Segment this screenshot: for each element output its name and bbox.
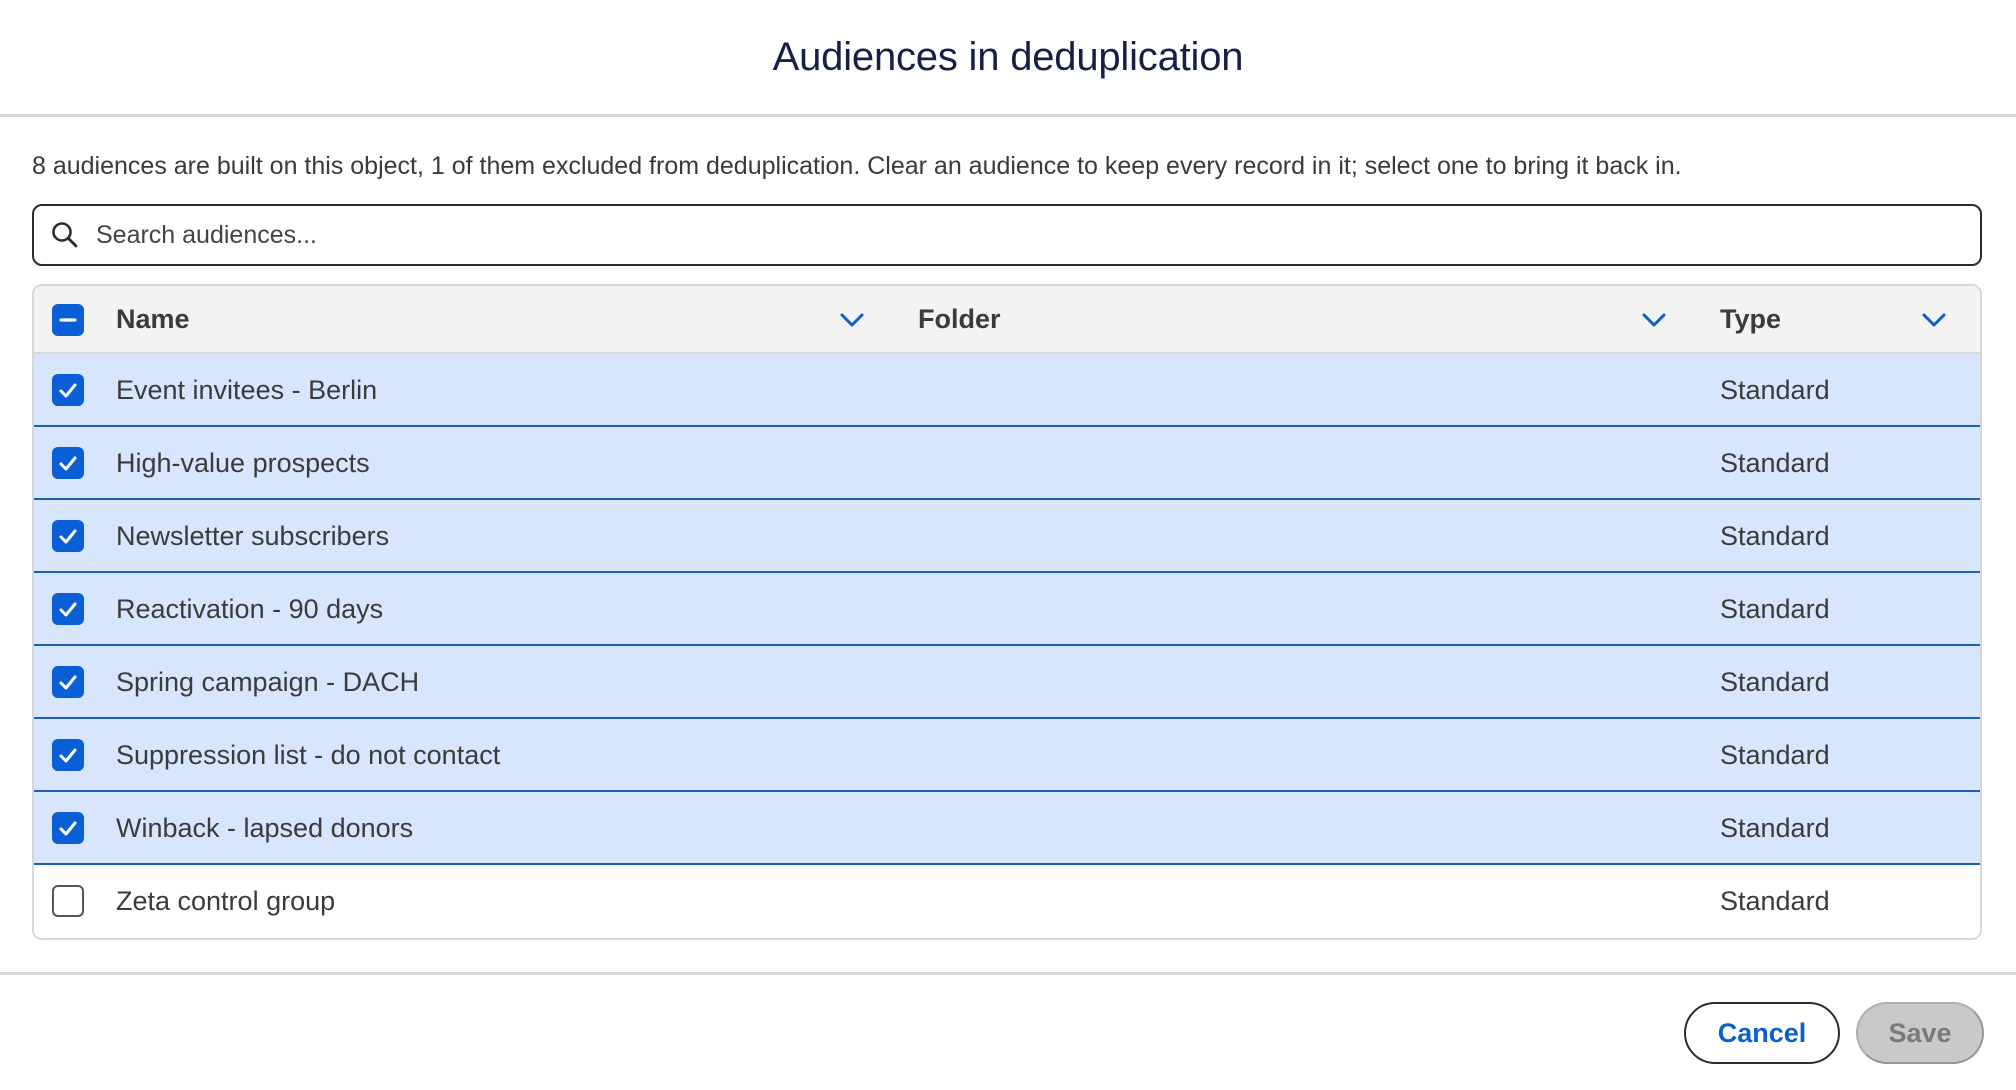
audience-name: Spring campaign - DACH bbox=[116, 667, 420, 697]
check-icon bbox=[59, 456, 77, 471]
audience-name: Reactivation - 90 days bbox=[116, 594, 384, 624]
cancel-button[interactable]: Cancel bbox=[1684, 1002, 1840, 1064]
audience-type: Standard bbox=[1720, 521, 1830, 551]
audience-type: Standard bbox=[1720, 375, 1830, 405]
table-row[interactable]: Winback - lapsed donors Standard bbox=[34, 792, 1980, 865]
audience-name: Event invitees - Berlin bbox=[116, 375, 378, 405]
table-row[interactable]: Zeta control group Standard bbox=[34, 865, 1980, 938]
audiences-table: Name Folder Type Event invitees - Berlin… bbox=[32, 284, 1982, 940]
audience-name: Zeta control group bbox=[116, 886, 336, 916]
audience-name: Newsletter subscribers bbox=[116, 521, 390, 551]
column-header-type[interactable]: Type bbox=[1720, 304, 1781, 335]
row-checkbox[interactable] bbox=[52, 885, 84, 917]
audience-type: Standard bbox=[1720, 740, 1830, 770]
column-header-folder[interactable]: Folder bbox=[918, 304, 1001, 335]
check-icon bbox=[59, 675, 77, 690]
table-row[interactable]: Reactivation - 90 days Standard bbox=[34, 573, 1980, 646]
table-header: Name Folder Type bbox=[34, 286, 1980, 354]
chevron-down-icon[interactable] bbox=[1640, 308, 1668, 332]
dialog-footer: Cancel Save bbox=[0, 972, 2016, 1090]
row-checkbox[interactable] bbox=[52, 812, 84, 844]
column-header-name[interactable]: Name bbox=[116, 304, 190, 335]
search-icon bbox=[52, 222, 78, 248]
chevron-down-icon[interactable] bbox=[1920, 308, 1948, 332]
save-button[interactable]: Save bbox=[1856, 1002, 1984, 1064]
select-all-checkbox[interactable] bbox=[52, 304, 84, 336]
row-checkbox[interactable] bbox=[52, 593, 84, 625]
check-icon bbox=[59, 383, 77, 398]
check-icon bbox=[59, 821, 77, 836]
row-checkbox[interactable] bbox=[52, 520, 84, 552]
check-icon bbox=[59, 602, 77, 617]
table-row[interactable]: Event invitees - Berlin Standard bbox=[34, 354, 1980, 427]
audience-type: Standard bbox=[1720, 886, 1830, 916]
dedup-dialog: Audiences in deduplication 8 audiences a… bbox=[0, 0, 2016, 1090]
audience-type: Standard bbox=[1720, 594, 1830, 624]
dialog-description: 8 audiences are built on this object, 1 … bbox=[32, 152, 1682, 180]
check-icon bbox=[59, 529, 77, 544]
audience-name: High-value prospects bbox=[116, 448, 370, 478]
audience-type: Standard bbox=[1720, 667, 1830, 697]
audience-name: Winback - lapsed donors bbox=[116, 813, 414, 843]
table-row[interactable]: Spring campaign - DACH Standard bbox=[34, 646, 1980, 719]
audience-name: Suppression list - do not contact bbox=[116, 740, 501, 770]
audience-type: Standard bbox=[1720, 813, 1830, 843]
table-row[interactable]: Suppression list - do not contact Standa… bbox=[34, 719, 1980, 792]
minus-icon bbox=[59, 318, 77, 322]
chevron-down-icon[interactable] bbox=[838, 308, 866, 332]
row-checkbox[interactable] bbox=[52, 739, 84, 771]
check-icon bbox=[59, 748, 77, 763]
search-input[interactable] bbox=[94, 219, 1898, 251]
audience-type: Standard bbox=[1720, 448, 1830, 478]
search-box[interactable] bbox=[32, 204, 1982, 266]
row-checkbox[interactable] bbox=[52, 374, 84, 406]
row-checkbox[interactable] bbox=[52, 666, 84, 698]
table-row[interactable]: High-value prospects Standard bbox=[34, 427, 1980, 500]
table-row[interactable]: Newsletter subscribers Standard bbox=[34, 500, 1980, 573]
dialog-title: Audiences in deduplication bbox=[772, 34, 1244, 79]
dialog-header: Audiences in deduplication bbox=[0, 0, 2016, 117]
row-checkbox[interactable] bbox=[52, 447, 84, 479]
